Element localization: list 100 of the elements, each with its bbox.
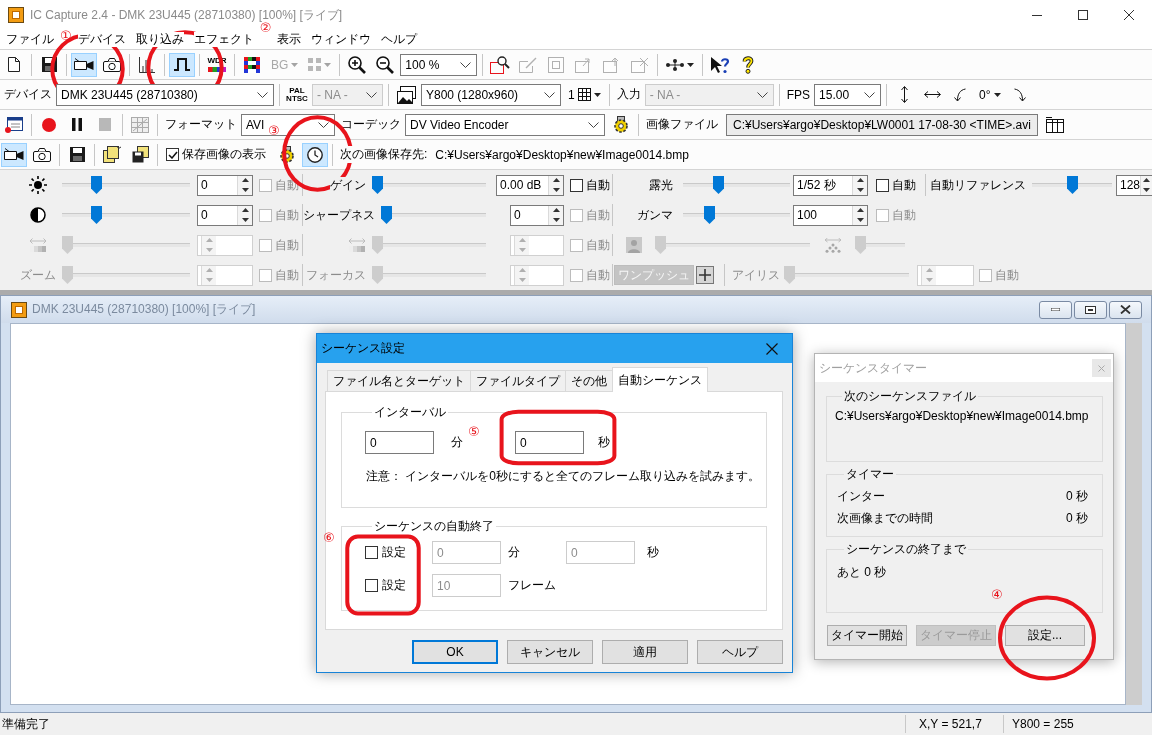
video-camera-button[interactable] bbox=[1, 142, 27, 167]
annotation-number: ⑤ bbox=[468, 425, 480, 439]
gear-icon bbox=[278, 146, 296, 163]
number-field[interactable] bbox=[917, 264, 974, 286]
settings-button[interactable]: 設定... bbox=[1005, 625, 1085, 646]
close-icon bbox=[1098, 364, 1105, 372]
number-field[interactable]: 0 bbox=[510, 204, 564, 226]
menu-item[interactable]: 取り込み bbox=[135, 32, 184, 47]
help-button[interactable]: ヘルプ bbox=[697, 640, 783, 664]
checkbox-label: 自動 bbox=[995, 266, 1019, 284]
device-dropdown[interactable]: DMK 23U445 (28710380) bbox=[56, 83, 274, 106]
frame-pen-icon bbox=[519, 56, 538, 73]
apply-button[interactable]: 適用 bbox=[602, 640, 688, 664]
number-field[interactable]: 128 bbox=[1116, 174, 1152, 196]
number-field[interactable]: 100 bbox=[793, 204, 868, 226]
unit-label: 分 bbox=[507, 544, 521, 561]
restore-button[interactable] bbox=[1074, 300, 1107, 319]
menu-item[interactable]: ウィンドウ bbox=[311, 32, 372, 47]
dots-triangle-icon bbox=[823, 237, 842, 253]
video-format-dropdown[interactable]: Y800 (1280x960) bbox=[421, 83, 561, 106]
toolbar-label: フォーマット bbox=[165, 116, 237, 133]
close-button[interactable] bbox=[1109, 300, 1142, 319]
tab[interactable]: 自動シーケンス bbox=[612, 367, 708, 392]
window-title: DMK 23U445 (28710380) [100%] [ライブ] bbox=[32, 301, 257, 318]
input-field[interactable]: 0 bbox=[365, 431, 434, 454]
number-field[interactable] bbox=[510, 264, 564, 286]
menu-item[interactable]: ヘルプ bbox=[381, 32, 418, 47]
slider-thumb[interactable] bbox=[381, 206, 392, 224]
checkbox[interactable] bbox=[365, 546, 378, 559]
number-field[interactable]: 0 bbox=[197, 174, 253, 196]
up-arrow-icon bbox=[552, 208, 560, 213]
menu-item[interactable]: ファイル bbox=[6, 32, 54, 47]
caret-icon bbox=[593, 92, 601, 97]
table-grid-menu-button[interactable]: 1 bbox=[564, 82, 605, 107]
down-arrow-icon bbox=[241, 187, 249, 192]
caret-icon bbox=[687, 62, 695, 67]
clock-button[interactable] bbox=[302, 142, 328, 167]
angle-menu-button[interactable]: 0° bbox=[975, 82, 1005, 107]
down-arrow-icon bbox=[518, 247, 526, 252]
number-field[interactable] bbox=[197, 264, 253, 286]
input-field[interactable]: 0 bbox=[515, 431, 584, 454]
start-timer-button[interactable]: タイマー開始 bbox=[827, 625, 907, 646]
ok-button[interactable]: OK bbox=[412, 640, 498, 664]
close-icon bbox=[1120, 305, 1131, 314]
color-bars-icon bbox=[208, 67, 226, 72]
slider-thumb[interactable] bbox=[1066, 176, 1078, 194]
video-camera-button[interactable] bbox=[71, 52, 97, 77]
slider-thumb[interactable] bbox=[91, 206, 103, 224]
slider-thumb[interactable] bbox=[704, 206, 716, 224]
down-arrow-icon bbox=[205, 277, 213, 282]
slider-thumb[interactable] bbox=[372, 176, 383, 194]
number-field[interactable] bbox=[510, 234, 564, 256]
toolbar-label: 画像ファイル bbox=[646, 116, 718, 133]
dialog-title: シーケンス設定 bbox=[321, 340, 405, 357]
stacked-disks-icon bbox=[131, 146, 149, 163]
document-icon bbox=[8, 57, 20, 72]
restore-icon bbox=[1085, 305, 1096, 314]
cancel-button[interactable]: キャンセル bbox=[507, 640, 593, 664]
tab[interactable]: ファイル名とターゲット bbox=[327, 370, 471, 391]
caret-icon bbox=[291, 62, 299, 67]
checkbox[interactable] bbox=[876, 178, 889, 192]
group-title: タイマー bbox=[845, 466, 895, 483]
slider-thumb[interactable] bbox=[712, 176, 724, 194]
codec-dropdown[interactable]: DV Video Encoder bbox=[405, 113, 605, 136]
scrollbar[interactable] bbox=[1126, 323, 1142, 705]
menu-item[interactable]: 表示 bbox=[277, 32, 302, 47]
down-arrow-icon bbox=[856, 187, 864, 192]
checkbox-label: 自動 bbox=[586, 176, 610, 194]
up-arrow-icon bbox=[925, 268, 933, 273]
file-path-field[interactable]: C:¥Users¥argo¥Desktop¥LW0001 17-08-30 <TIME>.avi bbox=[726, 113, 1038, 136]
help-icon bbox=[742, 55, 755, 74]
number-field[interactable]: 1/52 秒 bbox=[793, 174, 868, 196]
horizontal-arrow-icon bbox=[923, 91, 941, 98]
color-grid-icon bbox=[244, 56, 260, 73]
close-icon bbox=[1124, 10, 1134, 20]
caret-icon bbox=[993, 92, 1001, 97]
maximize-icon bbox=[1078, 10, 1088, 20]
property-label: ゲイン bbox=[330, 176, 366, 194]
checkbox[interactable] bbox=[365, 579, 378, 592]
toolbar-label: デバイス bbox=[4, 86, 52, 103]
checkbox-label: 自動 bbox=[586, 206, 610, 224]
pulse-button[interactable] bbox=[169, 52, 195, 77]
checkbox[interactable] bbox=[166, 148, 179, 161]
number-field[interactable]: 0.00 dB bbox=[496, 174, 564, 196]
app-icon bbox=[8, 7, 24, 23]
plus-button[interactable] bbox=[696, 266, 714, 284]
pal-ntsc-button[interactable]: PAL NTSC bbox=[284, 82, 310, 107]
image-icon bbox=[396, 85, 416, 104]
menu-item[interactable]: デバイス bbox=[77, 32, 126, 47]
stop-icon bbox=[99, 118, 111, 131]
toolbar-label: コーデック bbox=[341, 116, 401, 133]
menu-item[interactable]: エフェクト bbox=[193, 32, 254, 47]
checkbox[interactable] bbox=[570, 178, 583, 192]
number-field[interactable] bbox=[197, 234, 253, 256]
annotation-number: ① bbox=[60, 28, 72, 43]
slider-thumb[interactable] bbox=[91, 176, 103, 194]
number-field[interactable]: 0 bbox=[197, 204, 253, 226]
fps-dropdown[interactable]: 15.00 bbox=[814, 83, 882, 106]
zoom-dropdown[interactable]: 100 % bbox=[400, 53, 478, 76]
down-arrow-icon bbox=[925, 277, 933, 282]
